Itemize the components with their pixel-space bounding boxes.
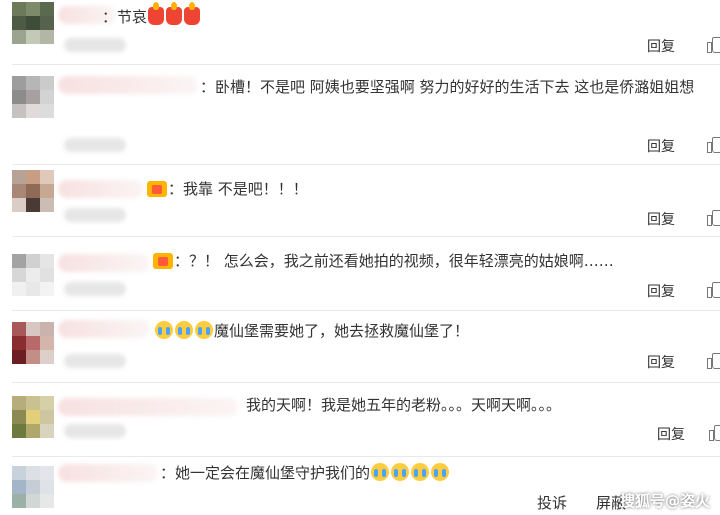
like-icon[interactable] bbox=[709, 425, 720, 441]
divider bbox=[12, 382, 720, 383]
comment-item: ：节哀 回复 bbox=[0, 0, 720, 62]
username-blurred[interactable] bbox=[58, 320, 150, 338]
candle-emoji-icon bbox=[148, 2, 165, 25]
reply-button[interactable]: 回复 bbox=[657, 424, 685, 444]
crying-emoji-icon bbox=[411, 463, 430, 481]
avatar[interactable] bbox=[12, 254, 56, 298]
watermark: 搜狐号@姿火 bbox=[619, 492, 710, 510]
like-icon[interactable] bbox=[707, 137, 720, 153]
comment-item: ：卧槽！不是吧 阿姨也要坚强啊 努力的好好的生活下去 这也是侨潞姐姐想 回复 bbox=[0, 66, 720, 162]
avatar[interactable] bbox=[12, 322, 54, 372]
username-blurred[interactable] bbox=[58, 76, 198, 94]
divider bbox=[12, 164, 720, 165]
comment-item: ：？！ 怎么会，我之前还看她拍的视频，很年轻漂亮的姑娘啊…… 回复 bbox=[0, 238, 720, 308]
crying-emoji-icon bbox=[391, 463, 410, 481]
timestamp-blurred bbox=[64, 208, 126, 222]
divider bbox=[12, 236, 720, 237]
comment-item: 我的天啊！我是她五年的老粉。。。天啊天啊。。。 回复 bbox=[0, 384, 720, 454]
like-icon[interactable] bbox=[707, 37, 720, 53]
divider bbox=[12, 456, 720, 457]
crying-emoji-icon bbox=[175, 321, 193, 339]
avatar[interactable] bbox=[12, 2, 54, 44]
timestamp-blurred bbox=[64, 38, 126, 52]
comment-text: 我的天啊！我是她五年的老粉。。。天啊天啊。。。 bbox=[246, 396, 562, 414]
crying-emoji-icon bbox=[431, 463, 450, 481]
reply-button[interactable]: 回复 bbox=[647, 281, 675, 301]
reply-button[interactable]: 回复 bbox=[647, 136, 675, 156]
avatar[interactable] bbox=[12, 396, 54, 442]
reply-button[interactable]: 回复 bbox=[647, 352, 675, 372]
avatar[interactable] bbox=[12, 76, 56, 130]
username-blurred[interactable] bbox=[58, 464, 158, 482]
comment-item: ：我靠 不是吧！！！ 回复 bbox=[0, 166, 720, 234]
like-icon[interactable] bbox=[707, 282, 720, 298]
timestamp-blurred bbox=[64, 424, 126, 438]
username-blurred[interactable] bbox=[58, 254, 150, 272]
avatar[interactable] bbox=[12, 466, 54, 512]
candle-emoji-icon bbox=[166, 2, 183, 25]
crying-emoji-icon bbox=[195, 321, 213, 339]
like-icon[interactable] bbox=[707, 353, 720, 369]
divider bbox=[12, 64, 720, 65]
timestamp-blurred bbox=[64, 282, 126, 296]
like-icon[interactable] bbox=[707, 210, 720, 226]
crown-badge-icon bbox=[147, 181, 167, 197]
comment-item: ：她一定会在魔仙堡守护我们的 投诉 屏蔽 bbox=[0, 458, 720, 515]
reply-button[interactable]: 回复 bbox=[647, 36, 675, 56]
crown-badge-icon bbox=[153, 253, 173, 269]
comment-text: ：她一定会在魔仙堡守护我们的 bbox=[160, 463, 450, 483]
username-blurred[interactable] bbox=[58, 180, 144, 198]
crying-emoji-icon bbox=[371, 463, 390, 481]
comment-text: ：我靠 不是吧！！！ bbox=[146, 179, 308, 199]
comment-text: 魔仙堡需要她了，她去拯救魔仙堡了！ bbox=[154, 321, 469, 341]
report-button[interactable]: 投诉 bbox=[537, 492, 567, 513]
comment-text: ：卧槽！不是吧 阿姨也要坚强啊 努力的好好的生活下去 这也是侨潞姐姐想 bbox=[200, 78, 695, 96]
comment-item: 魔仙堡需要她了，她去拯救魔仙堡了！ 回复 bbox=[0, 312, 720, 380]
comment-text: ：节哀 bbox=[102, 2, 201, 27]
crying-emoji-icon bbox=[155, 321, 173, 339]
username-blurred[interactable] bbox=[58, 398, 238, 416]
reply-button[interactable]: 回复 bbox=[647, 209, 675, 229]
timestamp-blurred bbox=[64, 354, 126, 368]
comment-text: ：？！ 怎么会，我之前还看她拍的视频，很年轻漂亮的姑娘啊…… bbox=[152, 251, 614, 271]
divider bbox=[12, 310, 720, 311]
candle-emoji-icon bbox=[184, 2, 201, 25]
avatar[interactable] bbox=[12, 170, 56, 222]
timestamp-blurred bbox=[64, 138, 126, 152]
